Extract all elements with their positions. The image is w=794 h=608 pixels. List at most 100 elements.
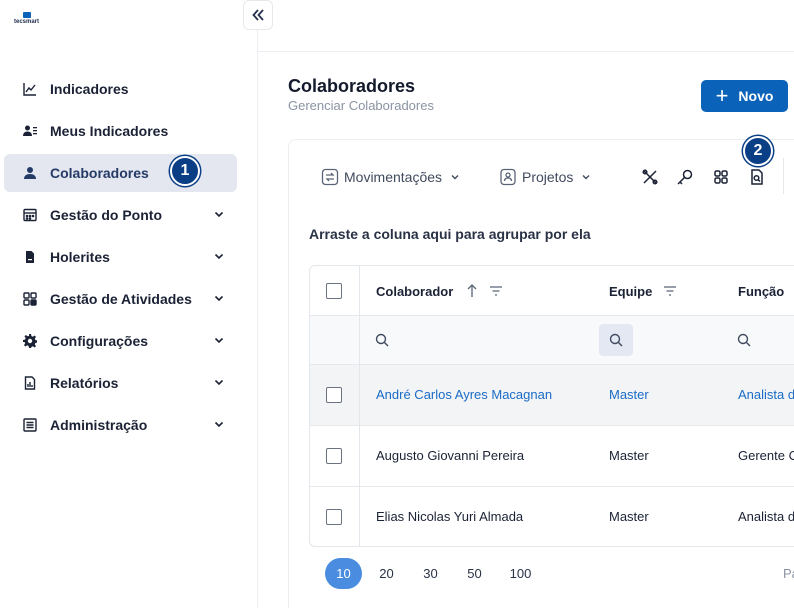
transfer-icon xyxy=(320,167,340,187)
cell-equipe: Master xyxy=(609,509,649,524)
scan-grid-icon xyxy=(714,170,728,184)
cell-colaborador: Elias Nicolas Yuri Almada xyxy=(376,509,524,524)
scan-grid-button[interactable] xyxy=(710,166,732,188)
user-list-icon xyxy=(22,123,38,139)
row-checkbox[interactable] xyxy=(326,509,342,525)
table-row[interactable]: Augusto Giovanni Pereira Master Gerente … xyxy=(310,426,794,487)
sidebar-item-label: Meus Indicadores xyxy=(50,123,169,139)
column-header-equipe[interactable]: Equipe xyxy=(609,284,652,299)
page-subtitle: Gerenciar Colaboradores xyxy=(288,98,434,113)
logo-text: tecsmart xyxy=(14,19,40,25)
movimentacoes-dropdown[interactable]: Movimentações xyxy=(320,166,460,188)
select-all-checkbox[interactable] xyxy=(326,283,342,299)
chevron-down-icon xyxy=(214,337,224,344)
page-size-10[interactable]: 10 xyxy=(325,558,362,589)
key-button[interactable] xyxy=(674,166,696,188)
grid-header-row: Colaborador Equipe Função xyxy=(310,266,794,316)
step-badge-1: 1 xyxy=(170,156,200,186)
chevron-down-icon xyxy=(214,421,224,428)
row-checkbox[interactable] xyxy=(326,448,342,464)
column-header-funcao[interactable]: Função xyxy=(738,284,784,299)
double-chevron-left-icon xyxy=(252,9,264,21)
document-search-icon xyxy=(751,169,763,185)
sidebar-item-label: Relatórios xyxy=(50,375,119,391)
page-size-100[interactable]: 100 xyxy=(502,558,539,589)
sidebar-item-gestao-de-atividades[interactable]: Gestão de Atividades xyxy=(4,280,237,318)
sidebar-item-label: Indicadores xyxy=(50,81,129,97)
filter-lines-icon[interactable] xyxy=(488,283,504,299)
selection-column-divider xyxy=(359,266,360,546)
chevron-down-icon xyxy=(214,295,224,302)
chevron-down-icon xyxy=(214,253,224,260)
filter-lines-icon[interactable] xyxy=(662,283,678,299)
chevron-down-icon xyxy=(214,211,224,218)
sidebar-item-relatorios[interactable]: Relatórios xyxy=(4,364,237,402)
sidebar-item-label: Holerites xyxy=(50,249,110,265)
data-grid: Colaborador Equipe Função André Carlos A… xyxy=(309,265,794,547)
sidebar-item-label: Gestão de Atividades xyxy=(50,291,192,307)
projetos-dropdown[interactable]: Projetos xyxy=(498,166,591,188)
apps-grid-icon xyxy=(22,291,38,307)
cell-colaborador: Augusto Giovanni Pereira xyxy=(376,448,525,463)
gear-icon xyxy=(22,333,38,349)
projetos-label: Projetos xyxy=(522,169,574,185)
sidebar: tecsmart Indicadores Meus Indicadores Co… xyxy=(0,0,258,608)
sidebar-nav: Indicadores Meus Indicadores Colaborador… xyxy=(4,70,237,448)
pager-info: Pá xyxy=(783,566,794,581)
tools-button[interactable] xyxy=(639,166,661,188)
key-icon xyxy=(677,169,693,185)
cell-funcao: Gerente C xyxy=(738,448,794,463)
sidebar-item-label: Administração xyxy=(50,417,148,433)
page-size-20[interactable]: 20 xyxy=(368,558,405,589)
sidebar-item-indicadores[interactable]: Indicadores xyxy=(4,70,237,108)
admin-list-icon xyxy=(22,417,38,433)
topbar-divider xyxy=(258,51,794,52)
sidebar-item-meus-indicadores[interactable]: Meus Indicadores xyxy=(4,112,237,150)
cell-equipe[interactable]: Master xyxy=(609,387,649,402)
page-title: Colaboradores xyxy=(288,76,416,96)
sidebar-item-configuracoes[interactable]: Configurações xyxy=(4,322,237,360)
search-icon[interactable] xyxy=(374,332,390,348)
table-row[interactable]: André Carlos Ayres Macagnan Master Anali… xyxy=(310,365,794,426)
chevron-down-icon xyxy=(214,379,224,386)
sidebar-item-label: Configurações xyxy=(50,333,149,349)
group-panel-hint: Arraste a coluna aqui para agrupar por e… xyxy=(309,226,591,242)
line-chart-icon xyxy=(22,81,38,97)
row-checkbox[interactable] xyxy=(326,387,342,403)
document-search-button[interactable] xyxy=(746,166,768,188)
tools-icon xyxy=(642,169,658,185)
table-row[interactable]: Elias Nicolas Yuri Almada Master Analist… xyxy=(310,487,794,546)
movimentacoes-label: Movimentações xyxy=(344,169,443,185)
sidebar-item-label: Colaboradores xyxy=(50,165,149,181)
equipe-filter-search-button[interactable] xyxy=(599,324,633,356)
plus-icon: + xyxy=(715,83,729,108)
project-icon xyxy=(498,167,518,187)
sidebar-item-holerites[interactable]: Holerites xyxy=(4,238,237,276)
chevron-down-icon xyxy=(451,175,459,180)
report-icon xyxy=(22,375,38,391)
chevron-down-icon xyxy=(582,175,590,180)
grid-filter-row xyxy=(310,316,794,365)
new-button-label: Novo xyxy=(738,88,774,104)
sidebar-item-gestao-do-ponto[interactable]: Gestão do Ponto xyxy=(4,196,237,234)
search-icon xyxy=(609,333,623,347)
column-header-colaborador[interactable]: Colaborador xyxy=(376,284,453,299)
page-size-50[interactable]: 50 xyxy=(456,558,493,589)
logo-mark xyxy=(22,12,31,18)
search-icon[interactable] xyxy=(736,332,752,348)
page-size-30[interactable]: 30 xyxy=(412,558,449,589)
cell-equipe: Master xyxy=(609,448,649,463)
sidebar-item-colaboradores[interactable]: Colaboradores 1 xyxy=(4,154,237,192)
document-icon xyxy=(22,249,38,265)
sidebar-item-label: Gestão do Ponto xyxy=(50,207,162,223)
user-icon xyxy=(22,165,38,181)
cell-funcao: Analista d xyxy=(738,509,794,524)
cell-funcao[interactable]: Analista d xyxy=(738,387,794,402)
brand-logo[interactable]: tecsmart xyxy=(14,12,39,25)
sort-ascending-icon[interactable] xyxy=(464,283,480,299)
new-button[interactable]: + Novo xyxy=(701,80,788,112)
sidebar-collapse-button[interactable] xyxy=(243,0,273,30)
cell-colaborador[interactable]: André Carlos Ayres Macagnan xyxy=(376,387,552,402)
sidebar-item-administracao[interactable]: Administração xyxy=(4,406,237,444)
toolbar-divider xyxy=(783,158,784,194)
